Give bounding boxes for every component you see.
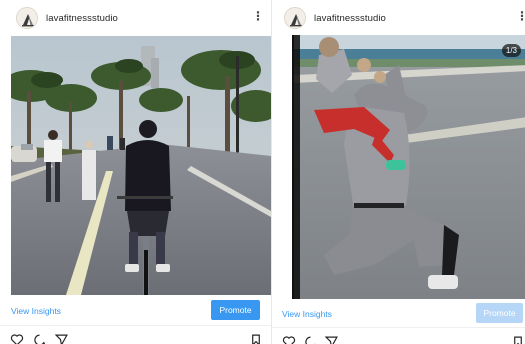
bookmark-icon[interactable] [251, 334, 261, 344]
heart-icon[interactable] [282, 336, 296, 344]
post-actions [272, 336, 525, 344]
carousel-counter: 1/3 [501, 44, 521, 57]
comment-icon[interactable] [304, 336, 317, 344]
divider [0, 325, 271, 326]
avatar[interactable] [284, 7, 306, 29]
divider [272, 327, 525, 328]
username[interactable]: lavafitnessstudio [46, 13, 118, 24]
post-header: lavafitnessstudio ⋮ [272, 0, 525, 36]
post-card-1: lavafitnessstudio ⋮ View Insights Promot… [0, 0, 271, 344]
more-vertical-icon[interactable]: ⋮ [252, 10, 264, 22]
woman-lifting-child-image [294, 35, 525, 299]
logo-icon [17, 8, 37, 28]
post-header: lavafitnessstudio ⋮ [0, 0, 271, 36]
avatar[interactable] [16, 7, 38, 29]
send-icon[interactable] [55, 334, 68, 344]
insights-bar: View Insights Promote [0, 300, 271, 322]
bookmark-icon[interactable] [513, 336, 523, 344]
promote-button[interactable]: Promote [476, 303, 523, 323]
heart-icon[interactable] [10, 334, 24, 344]
post-photo-cycling[interactable] [11, 36, 271, 295]
post-photo-workout[interactable] [292, 35, 525, 299]
comment-icon[interactable] [33, 334, 46, 344]
view-insights-link[interactable]: View Insights [11, 306, 61, 316]
view-insights-link[interactable]: View Insights [282, 309, 332, 319]
post-card-2: lavafitnessstudio ⋮ [271, 0, 525, 344]
username[interactable]: lavafitnessstudio [314, 13, 386, 24]
send-icon[interactable] [325, 336, 338, 344]
more-vertical-icon[interactable]: ⋮ [516, 10, 525, 22]
cycling-promenade-image [11, 36, 271, 295]
insights-bar: View Insights Promote [272, 303, 525, 325]
promote-button[interactable]: Promote [211, 300, 260, 320]
logo-icon [285, 8, 305, 28]
post-actions [0, 334, 271, 344]
